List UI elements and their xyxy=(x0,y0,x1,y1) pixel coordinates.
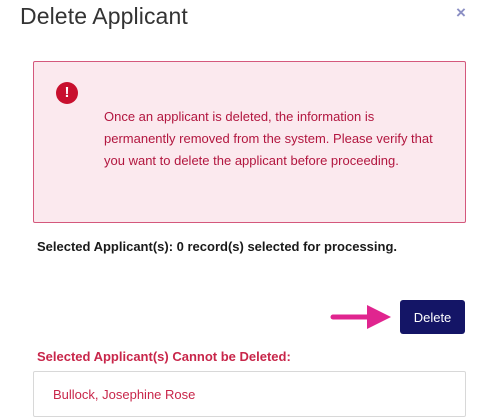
warning-alert: ! Once an applicant is deleted, the info… xyxy=(33,61,466,223)
delete-applicant-dialog: Delete Applicant × ! Once an applicant i… xyxy=(0,0,495,420)
delete-button[interactable]: Delete xyxy=(400,300,465,334)
alert-message: Once an applicant is deleted, the inform… xyxy=(104,109,433,168)
exclamation-circle-icon: ! xyxy=(56,82,78,104)
cannot-delete-list: Bullock, Josephine Rose xyxy=(33,371,466,417)
cannot-delete-title: Selected Applicant(s) Cannot be Deleted: xyxy=(37,349,291,364)
arrow-right-icon xyxy=(330,305,391,329)
list-item: Bullock, Josephine Rose xyxy=(53,387,196,402)
selected-summary: Selected Applicant(s): 0 record(s) selec… xyxy=(37,239,398,254)
close-icon[interactable]: × xyxy=(452,4,470,22)
dialog-title: Delete Applicant xyxy=(20,3,188,29)
